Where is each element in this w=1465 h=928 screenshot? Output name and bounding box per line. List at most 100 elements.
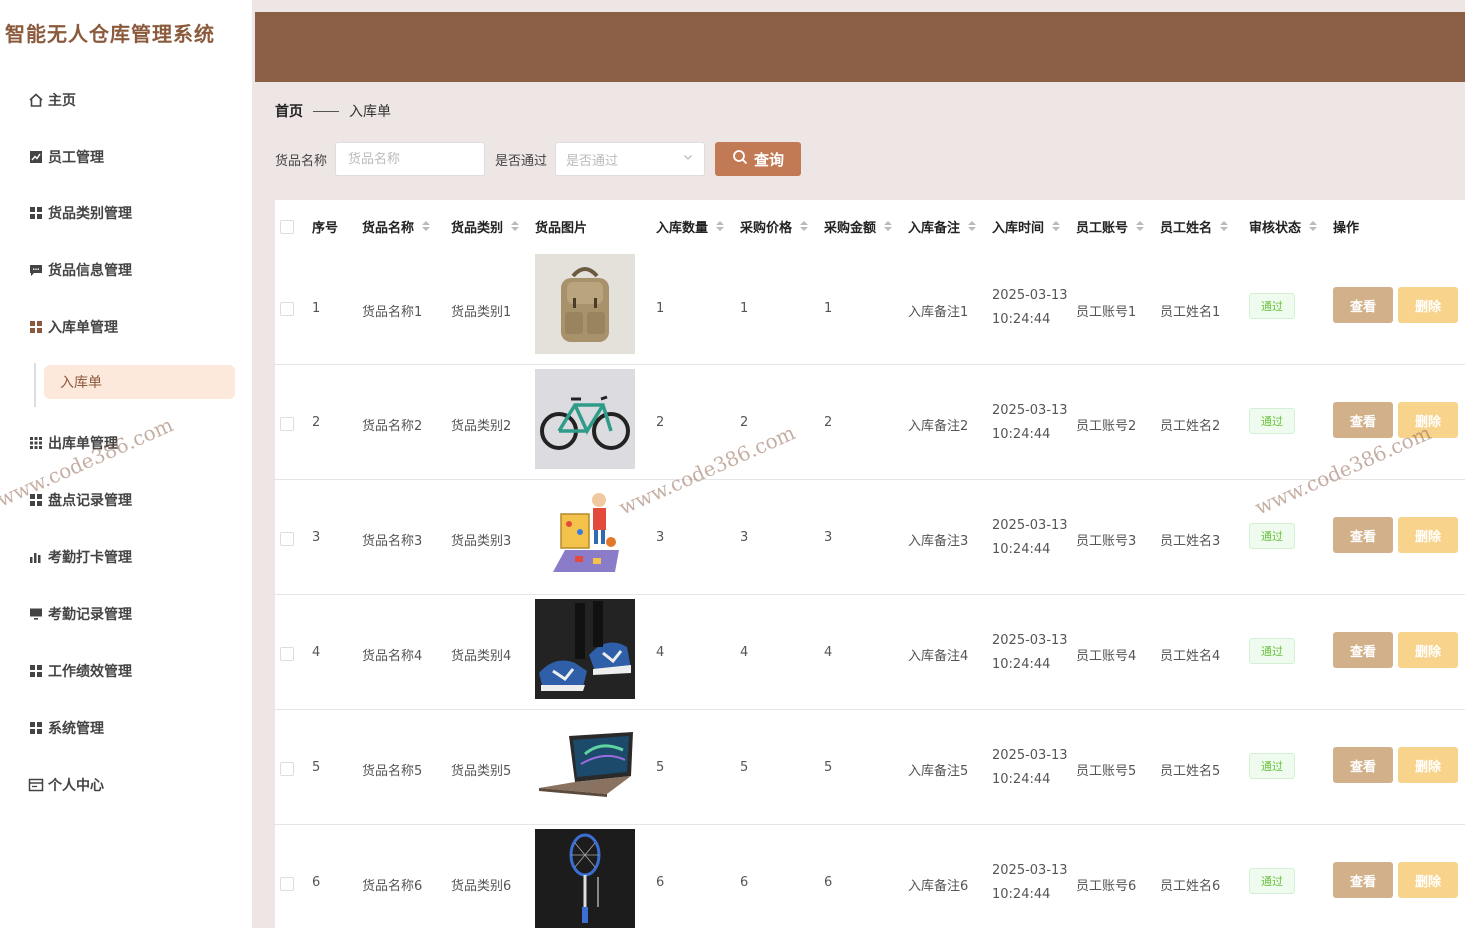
sidebar-item-label: 盘点记录管理 — [48, 493, 132, 509]
cell-time: 2025-03-13 10:24:44 — [992, 514, 1068, 562]
view-button[interactable]: 查看 — [1333, 632, 1393, 668]
sidebar-item-inbound[interactable]: 入库单管理 — [28, 314, 118, 340]
view-button[interactable]: 查看 — [1333, 517, 1393, 553]
sidebar-item-goods-info[interactable]: 货品信息管理 — [28, 257, 132, 283]
view-button[interactable]: 查看 — [1333, 287, 1393, 323]
sidebar-item-inventory[interactable]: 盘点记录管理 — [28, 487, 132, 513]
chevron-down-icon — [682, 151, 694, 167]
delete-button[interactable]: 删除 — [1398, 747, 1458, 783]
status-badge: 通过 — [1249, 408, 1295, 434]
header-quantity[interactable]: 入库数量 — [656, 216, 725, 236]
pass-status-select[interactable]: 是否通过 — [555, 142, 706, 176]
row-checkbox[interactable] — [280, 417, 294, 431]
goods-name-input[interactable] — [335, 142, 486, 176]
cell-clock: 10:24:44 — [992, 657, 1051, 672]
status-badge: 通过 — [1249, 523, 1295, 549]
sort-icon[interactable] — [1052, 221, 1061, 231]
cell-name: 货品名称1 — [362, 305, 423, 320]
sort-icon[interactable] — [1136, 221, 1145, 231]
row-checkbox[interactable] — [280, 762, 294, 776]
delete-button[interactable]: 删除 — [1398, 287, 1458, 323]
sort-icon[interactable] — [1220, 221, 1229, 231]
query-button[interactable]: 查询 — [715, 142, 802, 176]
cell-price: 6 — [740, 875, 749, 890]
goods-image-toys[interactable] — [535, 484, 635, 584]
cell-price: 1 — [740, 301, 749, 316]
grid-icon — [28, 720, 44, 736]
cell-index: 2 — [312, 415, 321, 430]
row-checkbox[interactable] — [280, 302, 294, 316]
header-account[interactable]: 员工账号 — [1076, 216, 1145, 236]
row-checkbox[interactable] — [280, 877, 294, 891]
header-index: 序号 — [312, 220, 339, 236]
sidebar-item-attendance[interactable]: 考勤记录管理 — [28, 601, 132, 627]
cell-quantity: 3 — [656, 530, 665, 545]
select-all-checkbox[interactable] — [280, 220, 294, 234]
goods-image-badminton-racket[interactable] — [535, 829, 635, 928]
sort-icon[interactable] — [716, 221, 725, 231]
sidebar-subitem-inbound-order[interactable]: 入库单 — [44, 365, 235, 399]
sidebar-item-profile[interactable]: 个人中心 — [28, 772, 104, 798]
header-remark[interactable]: 入库备注 — [908, 216, 977, 236]
sidebar-item-goods-category[interactable]: 货品类别管理 — [28, 200, 132, 226]
header-name[interactable]: 货品名称 — [362, 216, 431, 236]
search-icon — [732, 149, 754, 169]
view-button[interactable]: 查看 — [1333, 862, 1393, 898]
sidebar-item-staff[interactable]: 员工管理 — [28, 144, 104, 170]
goods-image-backpack[interactable] — [535, 254, 635, 354]
sort-icon[interactable] — [884, 221, 893, 231]
cell-index: 6 — [312, 875, 321, 890]
row-checkbox[interactable] — [280, 532, 294, 546]
cell-name: 货品名称6 — [362, 879, 423, 894]
sidebar-item-label: 货品信息管理 — [48, 263, 132, 279]
row-checkbox[interactable] — [280, 647, 294, 661]
cell-time: 2025-03-13 10:24:44 — [992, 284, 1068, 332]
header-time[interactable]: 入库时间 — [992, 216, 1061, 236]
goods-image-bicycle[interactable] — [535, 369, 635, 469]
cell-amount: 6 — [824, 875, 833, 890]
table-row: 4 货品名称4 货品类别4 4 4 4 入库备注4 2025-03-13 10:2… — [275, 595, 1465, 710]
home-icon — [28, 92, 44, 108]
cell-price: 4 — [740, 645, 749, 660]
sidebar-item-label: 主页 — [48, 93, 76, 109]
cell-index: 4 — [312, 645, 321, 660]
sort-icon[interactable] — [968, 221, 977, 231]
header-status[interactable]: 审核状态 — [1249, 216, 1318, 236]
goods-image-sneakers[interactable] — [535, 599, 635, 699]
delete-button[interactable]: 删除 — [1398, 402, 1458, 438]
sort-icon[interactable] — [1309, 221, 1318, 231]
header-staff[interactable]: 员工姓名 — [1160, 216, 1229, 236]
sidebar-item-performance[interactable]: 工作绩效管理 — [28, 658, 132, 684]
cell-time: 2025-03-13 10:24:44 — [992, 744, 1068, 792]
header-category[interactable]: 货品类别 — [451, 216, 520, 236]
sidebar-item-label: 货品类别管理 — [48, 206, 132, 222]
cell-time: 2025-03-13 10:24:44 — [992, 629, 1068, 677]
chart-icon — [28, 149, 44, 165]
sort-icon[interactable] — [422, 221, 431, 231]
header-amount[interactable]: 采购金额 — [824, 216, 893, 236]
sidebar-item-home[interactable]: 主页 — [28, 87, 76, 113]
cell-staff: 员工姓名4 — [1160, 649, 1221, 664]
header-image: 货品图片 — [535, 220, 588, 236]
delete-button[interactable]: 删除 — [1398, 632, 1458, 668]
table-row: 5 货品名称5 货品类别5 5 5 5 入库备注5 2025-03-13 10:2… — [275, 710, 1465, 825]
goods-image-laptop[interactable] — [535, 714, 635, 814]
breadcrumb-current: 入库单 — [349, 104, 391, 120]
breadcrumb-home[interactable]: 首页 — [275, 101, 303, 121]
top-banner — [255, 12, 1465, 82]
sidebar-item-clock-in[interactable]: 考勤打卡管理 — [28, 544, 132, 570]
search-bar: 货品名称 是否通过 是否通过 查询 — [275, 141, 802, 177]
delete-button[interactable]: 删除 — [1398, 862, 1458, 898]
cell-amount: 5 — [824, 760, 833, 775]
cell-remark: 入库备注5 — [908, 764, 969, 779]
sort-icon[interactable] — [800, 221, 809, 231]
submenu-line — [34, 363, 36, 407]
delete-button[interactable]: 删除 — [1398, 517, 1458, 553]
view-button[interactable]: 查看 — [1333, 747, 1393, 783]
sort-icon[interactable] — [511, 221, 520, 231]
view-button[interactable]: 查看 — [1333, 402, 1393, 438]
sidebar-item-system[interactable]: 系统管理 — [28, 715, 104, 741]
header-price[interactable]: 采购价格 — [740, 216, 809, 236]
cell-index: 1 — [312, 301, 321, 316]
sidebar-item-outbound[interactable]: 出库单管理 — [28, 430, 118, 456]
